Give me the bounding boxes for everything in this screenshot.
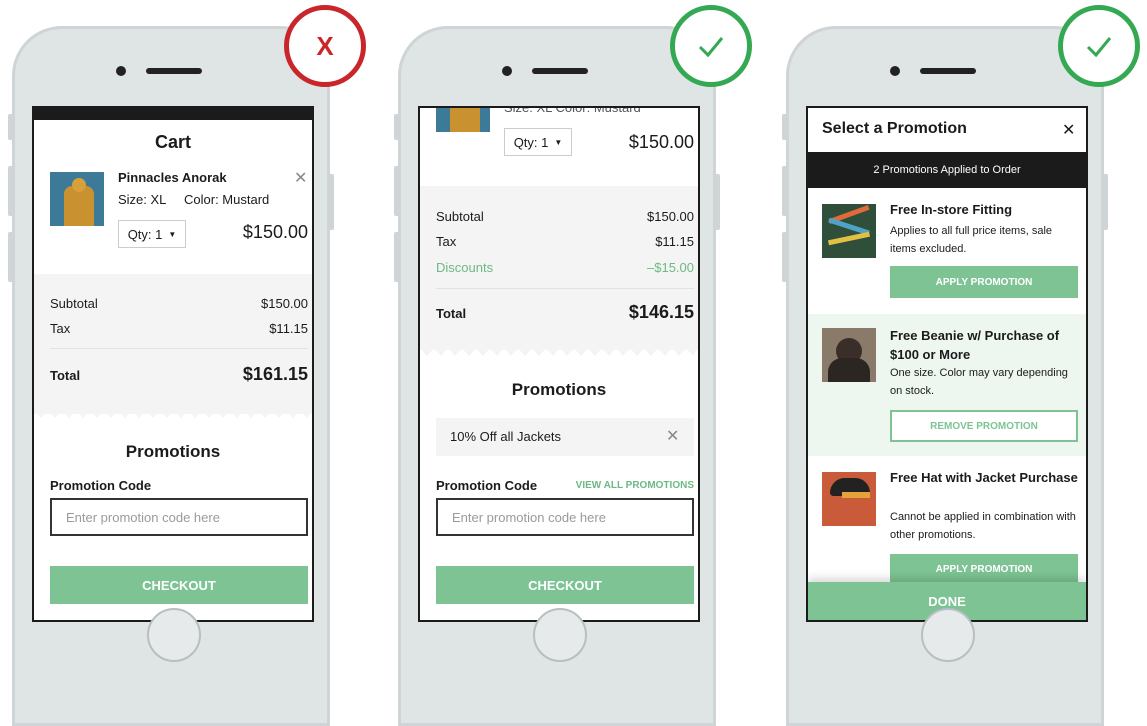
- divider: [50, 348, 308, 349]
- silent-switch: [394, 114, 399, 140]
- product-image: [436, 108, 490, 132]
- subtotal-value: $150.00: [261, 296, 308, 311]
- checkout-button[interactable]: CHECKOUT: [50, 566, 308, 604]
- promo-image-fitting: [822, 204, 876, 258]
- total-label: Total: [50, 368, 81, 383]
- product-image: [50, 172, 104, 226]
- chevron-down-icon: ▼: [168, 229, 177, 239]
- volume-up-button: [8, 166, 13, 216]
- cart-screen: Cart Pinnacles Anorak Size: XL Color: Mu…: [32, 106, 314, 622]
- product-price: $150.00: [242, 222, 308, 242]
- tax-value: $11.15: [655, 234, 694, 249]
- power-button: [329, 174, 334, 230]
- speaker: [532, 68, 588, 74]
- promo-title: Free Beanie w/ Purchase of $100 or More: [890, 328, 1060, 362]
- phone-frame-2: Size: XL Color: Mustard Qty: 1 ▼ $150.00…: [394, 26, 720, 726]
- wrong-badge: X: [284, 5, 366, 87]
- volume-down-button: [394, 232, 399, 282]
- phone-frame-3: Select a Promotion ✕ 2 Promotions Applie…: [782, 26, 1108, 726]
- promotions-title: Promotions: [511, 380, 607, 399]
- quantity-label: Qty: 1: [513, 134, 549, 150]
- apply-promotion-button[interactable]: APPLY PROMOTION: [890, 554, 1078, 584]
- subtotal-label: Subtotal: [436, 209, 484, 224]
- speaker: [146, 68, 202, 74]
- tax-value: $11.15: [269, 321, 308, 336]
- product-meta: Size: XL Color: Mustard: [504, 106, 641, 115]
- applied-count-banner: 2 Promotions Applied to Order: [808, 152, 1086, 188]
- close-icon[interactable]: ✕: [1062, 120, 1075, 140]
- camera: [116, 66, 126, 76]
- home-button: [533, 608, 587, 662]
- promo-code-label: Promotion Code: [436, 478, 538, 493]
- check-icon: [1086, 37, 1112, 58]
- camera: [890, 66, 900, 76]
- promo-title: Free In-store Fitting: [890, 202, 1013, 217]
- promo-code-input[interactable]: Enter promotion code here: [50, 498, 308, 536]
- camera: [502, 66, 512, 76]
- discounts-value: –$15.00: [647, 260, 694, 275]
- view-all-promotions-link[interactable]: VIEW ALL PROMOTIONS: [560, 480, 694, 491]
- product-size: Size: XL: [118, 192, 167, 207]
- promo-description: Cannot be applied in combination with ot…: [890, 511, 1076, 541]
- product-color: Color: Mustard: [184, 192, 270, 207]
- promo-code-placeholder: Enter promotion code here: [66, 509, 220, 525]
- tax-label: Tax: [436, 234, 457, 249]
- discounts-label: Discounts: [436, 260, 494, 275]
- home-button: [147, 608, 201, 662]
- remove-promo-icon[interactable]: ✕: [666, 426, 679, 446]
- subtotal-label: Subtotal: [50, 296, 98, 311]
- power-button: [715, 174, 720, 230]
- quantity-label: Qty: 1: [127, 226, 163, 242]
- quantity-select[interactable]: Qty: 1 ▼: [118, 220, 186, 248]
- order-summary: [34, 274, 312, 414]
- volume-down-button: [8, 232, 13, 282]
- tax-label: Tax: [50, 321, 71, 336]
- select-promotion-screen: Select a Promotion ✕ 2 Promotions Applie…: [806, 106, 1088, 622]
- silent-switch: [8, 114, 13, 140]
- receipt-edge: [420, 348, 698, 356]
- product-name: Pinnacles Anorak: [118, 170, 227, 185]
- volume-up-button: [782, 166, 787, 216]
- promo-code-placeholder: Enter promotion code here: [452, 509, 606, 525]
- remove-promotion-button[interactable]: REMOVE PROMOTION: [890, 410, 1078, 442]
- promo-description: One size. Color may vary depending on st…: [890, 367, 1068, 397]
- promo-title: Free Hat with Jacket Purchase: [890, 470, 1078, 485]
- promo-image-beanie: [822, 328, 876, 382]
- total-label: Total: [436, 306, 467, 321]
- apply-promotion-button[interactable]: APPLY PROMOTION: [890, 266, 1078, 298]
- total-value: $146.15: [628, 302, 694, 322]
- correct-badge: [1058, 5, 1140, 87]
- status-bar: [34, 108, 312, 120]
- quantity-select[interactable]: Qty: 1 ▼: [504, 128, 572, 156]
- check-icon: [698, 37, 724, 58]
- volume-down-button: [782, 232, 787, 282]
- promo-code-label: Promotion Code: [50, 478, 152, 493]
- promo-code-input[interactable]: Enter promotion code here: [436, 498, 694, 536]
- applied-promo-label: 10% Off all Jackets: [450, 429, 562, 444]
- remove-item-icon[interactable]: ✕: [294, 168, 307, 188]
- page-title: Cart: [154, 132, 191, 152]
- wrong-mark: X: [316, 30, 334, 61]
- promo-description: Applies to all full price items, sale it…: [890, 225, 1053, 255]
- speaker: [920, 68, 976, 74]
- power-button: [1103, 174, 1108, 230]
- modal-title: Select a Promotion: [822, 120, 967, 137]
- subtotal-value: $150.00: [647, 209, 694, 224]
- promotions-title: Promotions: [125, 442, 221, 461]
- phone-frame-1: Cart Pinnacles Anorak Size: XL Color: Mu…: [8, 26, 334, 726]
- divider: [436, 288, 694, 289]
- chevron-down-icon: ▼: [554, 137, 563, 147]
- applied-promo-chip: 10% Off all Jackets ✕: [436, 418, 694, 456]
- receipt-edge: [34, 410, 312, 418]
- checkout-button[interactable]: CHECKOUT: [436, 566, 694, 604]
- promo-image-hat: [822, 472, 876, 526]
- silent-switch: [782, 114, 787, 140]
- cart-with-promo-screen: Size: XL Color: Mustard Qty: 1 ▼ $150.00…: [418, 106, 700, 622]
- total-value: $161.15: [242, 364, 308, 384]
- volume-up-button: [394, 166, 399, 216]
- home-button: [921, 608, 975, 662]
- correct-badge: [670, 5, 752, 87]
- product-price: $150.00: [628, 132, 694, 152]
